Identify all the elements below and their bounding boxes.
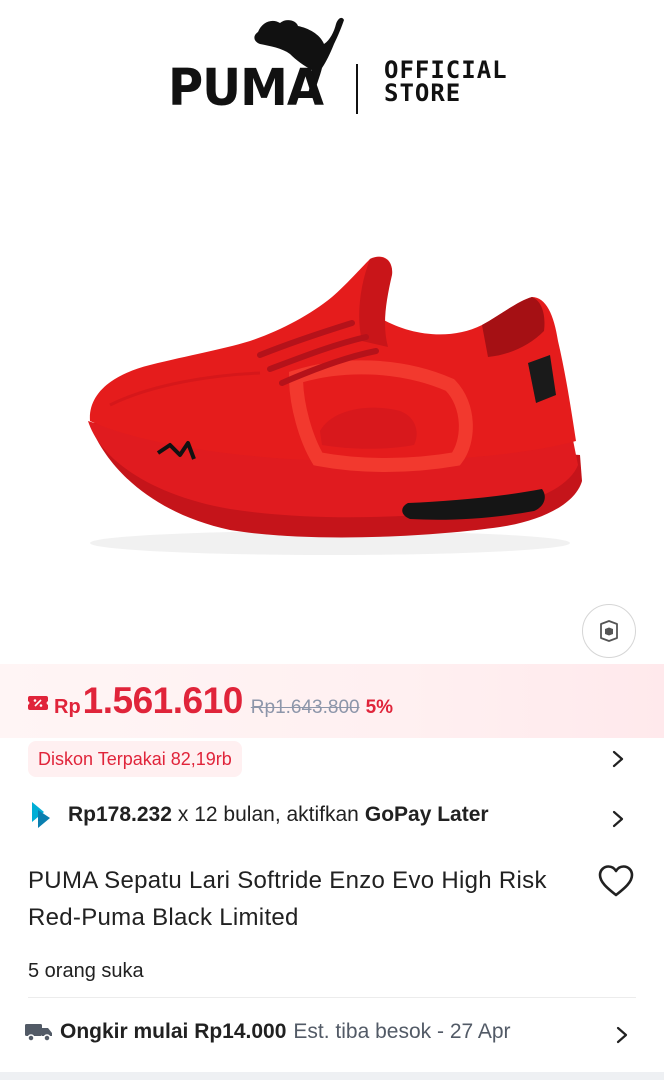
wishlist-heart-icon[interactable] <box>597 864 635 898</box>
paylater-amount: Rp178.232 <box>68 803 172 826</box>
likes-count: 5 orang suka <box>28 960 144 982</box>
paylater-text: x 12 bulan, aktifkan <box>177 803 359 826</box>
brand-wordmark: PUMA <box>168 58 324 118</box>
price-row: Rp 1.561.610 Rp1.643.800 5% <box>28 680 393 722</box>
paylater-row[interactable]: Rp178.232 x 12 bulan, aktifkan GoPay Lat… <box>28 800 489 830</box>
chevron-right-icon[interactable] <box>611 750 625 768</box>
view-in-room-icon <box>600 620 618 642</box>
discount-applied-label: Diskon Terpakai 82,19rb <box>38 748 232 769</box>
view-in-room-button[interactable] <box>582 604 636 658</box>
brand-logo: PUMA OFFICIAL STORE <box>168 14 508 117</box>
brand-subtitle: OFFICIAL STORE <box>384 56 508 107</box>
product-image-area[interactable]: PUMA OFFICIAL STORE <box>0 0 664 664</box>
shipping-row[interactable]: Ongkir mulai Rp14.000 Est. tiba besok - … <box>24 1020 511 1044</box>
product-shoe-image <box>88 256 582 555</box>
original-price: Rp1.643.800 <box>250 697 360 718</box>
discount-percent: 5% <box>365 697 394 718</box>
divider <box>28 997 636 998</box>
discount-applied-badge[interactable]: Diskon Terpakai 82,19rb <box>28 741 242 777</box>
price-currency: Rp <box>54 696 81 718</box>
section-separator <box>0 1072 664 1080</box>
gopay-icon <box>32 802 50 828</box>
paylater-provider: GoPay Later <box>364 803 489 826</box>
chevron-right-icon[interactable] <box>611 810 625 828</box>
coupon-icon <box>28 696 48 710</box>
product-title: PUMA Sepatu Lari Softride Enzo Evo High … <box>28 867 547 931</box>
shipping-label: Ongkir mulai Rp14.000 <box>60 1020 287 1043</box>
brand-divider <box>356 64 358 114</box>
chevron-right-icon[interactable] <box>615 1026 629 1044</box>
shipping-estimate: Est. tiba besok - 27 Apr <box>293 1020 511 1043</box>
truck-icon <box>25 1024 52 1042</box>
current-price: 1.561.610 <box>82 680 244 721</box>
